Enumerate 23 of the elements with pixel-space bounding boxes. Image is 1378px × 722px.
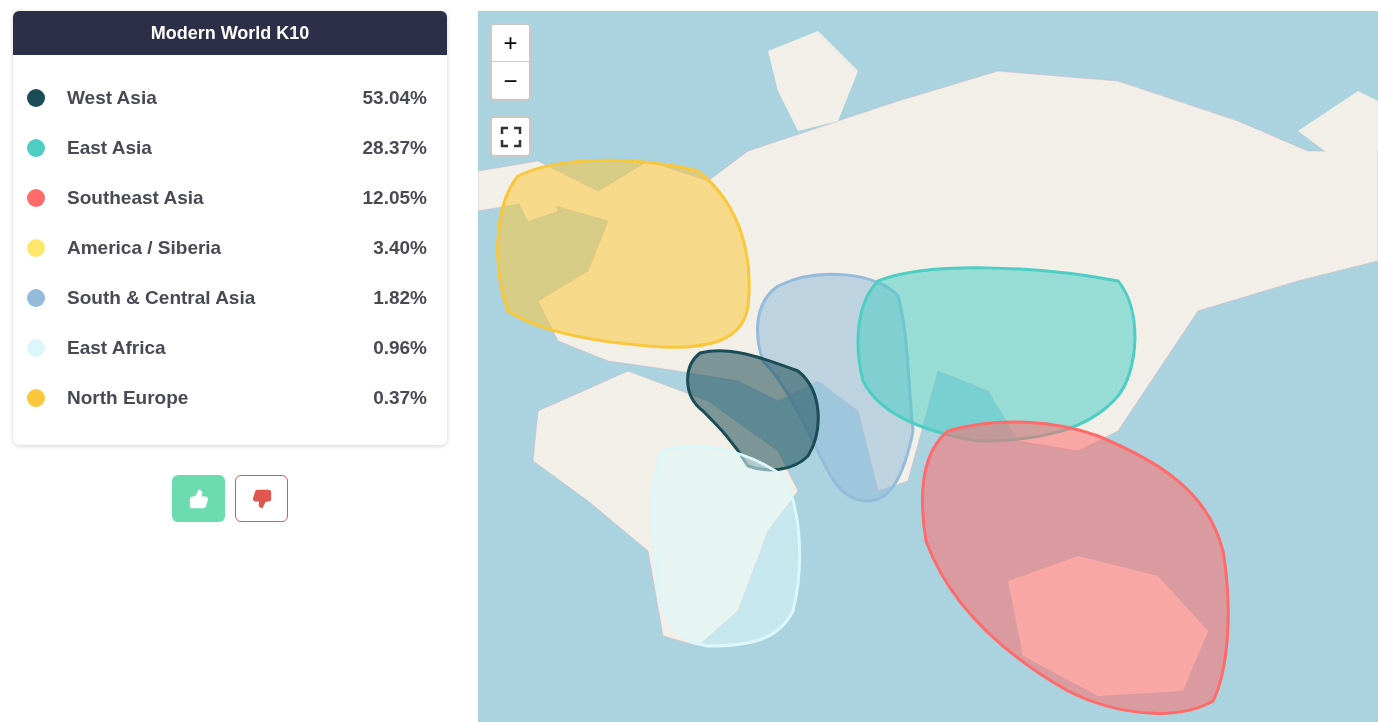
region-percentage: 12.05% (362, 185, 427, 210)
region-percentage: 1.82% (373, 285, 427, 310)
zoom-in-button[interactable]: + (492, 25, 529, 62)
zoom-out-button[interactable]: − (492, 62, 529, 99)
thumbs-up-button[interactable] (172, 475, 225, 522)
region-name: West Asia (67, 85, 157, 110)
legend-title: Modern World K10 (13, 11, 447, 55)
region-name: Southeast Asia (67, 185, 204, 210)
region-percentage: 0.96% (373, 335, 427, 360)
region-percentage: 0.37% (373, 385, 427, 410)
region-percentage: 53.04% (362, 85, 427, 110)
region-name: North Europe (67, 385, 189, 410)
thumbs-down-icon (251, 488, 272, 509)
region-percentage: 28.37% (362, 135, 427, 160)
fullscreen-button[interactable] (490, 116, 531, 157)
region-name: East Asia (67, 135, 152, 160)
region-percentage: 3.40% (373, 235, 427, 260)
region-name: America / Siberia (67, 235, 222, 260)
fullscreen-icon (499, 125, 522, 148)
region-name: East Africa (67, 335, 166, 360)
thumbs-up-icon (188, 488, 209, 509)
region-name: South & Central Asia (67, 285, 256, 310)
thumbs-down-button[interactable] (235, 475, 288, 522)
